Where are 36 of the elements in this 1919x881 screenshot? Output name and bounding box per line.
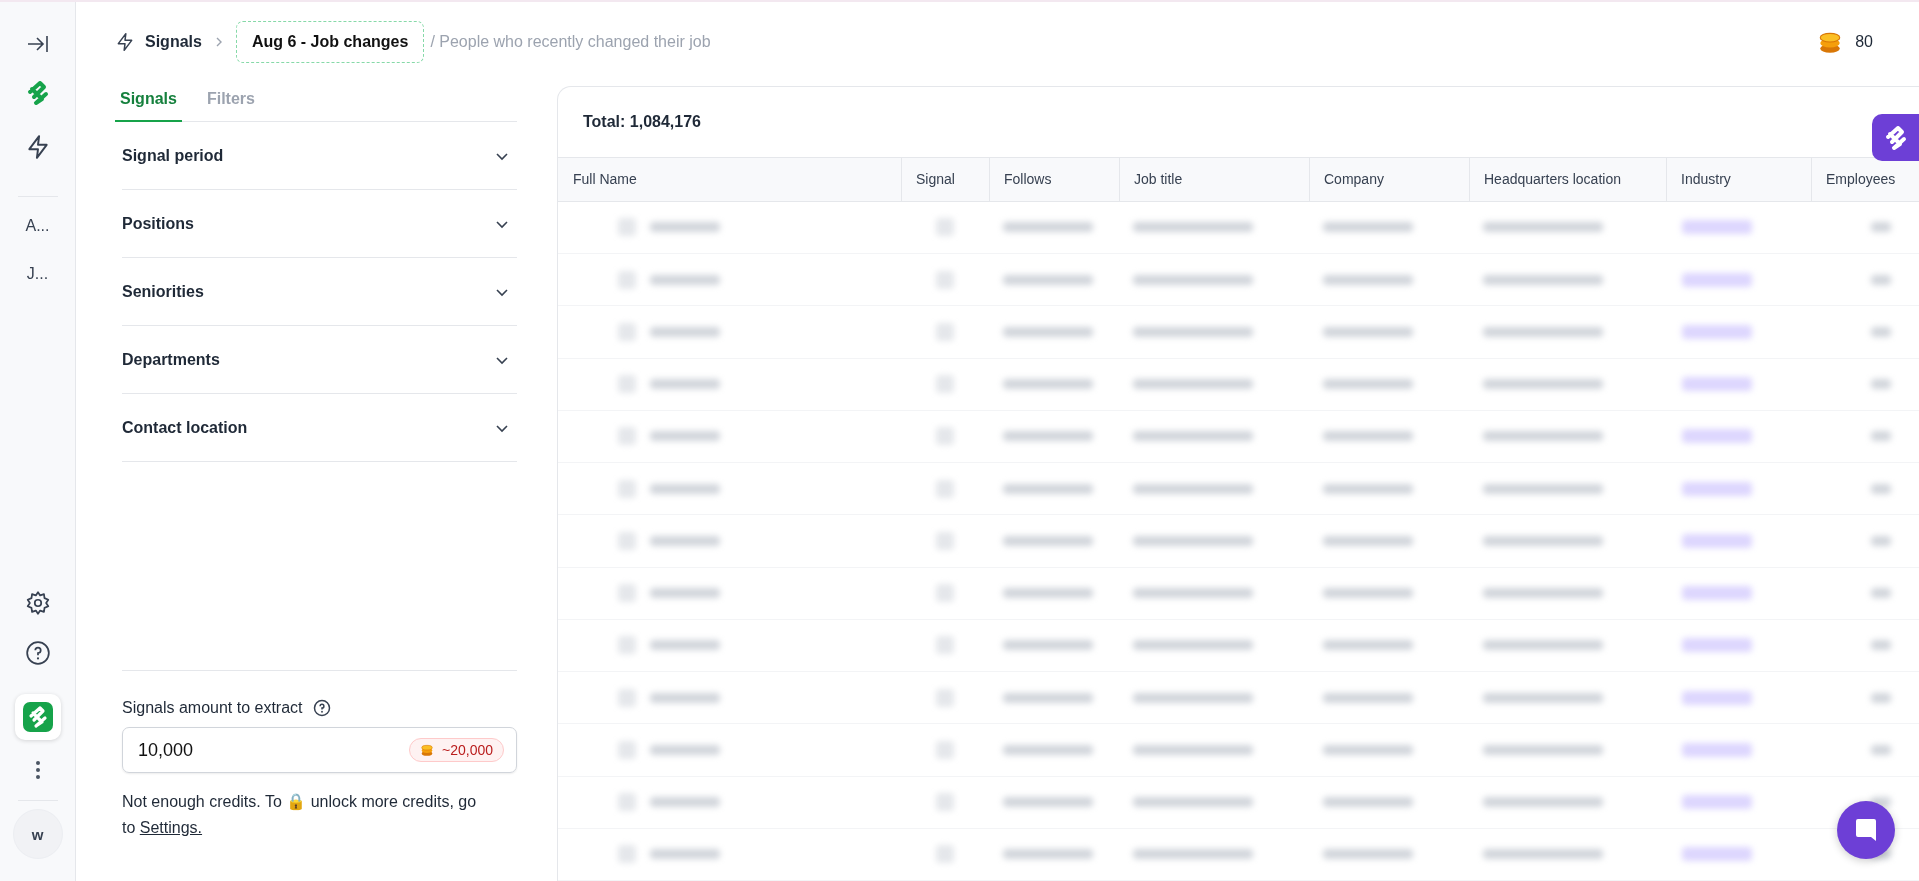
credits-count: 80 [1855, 33, 1873, 51]
breadcrumb-link[interactable]: Signals [145, 33, 202, 51]
accordion-header[interactable]: Positions [122, 190, 517, 258]
amount-label: Signals amount to extract [122, 699, 303, 717]
sidebar-item[interactable]: A... [25, 217, 50, 235]
signal-description: / People who recently changed their job [430, 33, 712, 51]
column-header[interactable]: Full Name [558, 158, 901, 201]
extension-button[interactable] [1872, 114, 1919, 161]
chat-button[interactable] [1837, 801, 1895, 859]
chat-icon [1854, 817, 1878, 843]
more-icon[interactable] [34, 760, 41, 780]
settings-link[interactable]: Settings. [139, 819, 203, 836]
settings-icon[interactable] [24, 590, 51, 616]
cost-badge: ~20,000 [409, 738, 504, 762]
help-icon[interactable] [312, 699, 331, 717]
accordion-header[interactable]: Departments [122, 326, 517, 394]
credits-notice: Not enough credits. To 🔒 unlock more credits, go to Settings. [122, 792, 478, 838]
accordion-header[interactable]: Seniorities [122, 258, 517, 326]
help-icon[interactable] [24, 640, 51, 666]
column-header[interactable]: Follows [989, 158, 1119, 201]
column-header[interactable]: Headquarters location [1469, 158, 1666, 201]
tab[interactable]: Signals [115, 82, 182, 122]
bolt-icon [115, 32, 135, 52]
total-count: Total: 1,084,176 [583, 113, 701, 130]
user-avatar[interactable]: w [12, 809, 63, 859]
app-logo-icon [22, 702, 53, 732]
signal-name-field[interactable]: Aug 6 - Job changes [235, 21, 425, 63]
accordion-header[interactable]: Contact location [122, 394, 517, 462]
column-header[interactable]: Job title [1119, 158, 1309, 201]
sidebar-item[interactable]: J... [26, 265, 49, 283]
coins-icon [420, 743, 434, 757]
accordion-header[interactable]: Signal period [122, 122, 517, 190]
app-button[interactable] [14, 694, 61, 740]
column-header[interactable]: Company [1309, 158, 1469, 201]
column-header[interactable]: Signal [901, 158, 989, 201]
column-header[interactable]: Industry [1666, 158, 1811, 201]
